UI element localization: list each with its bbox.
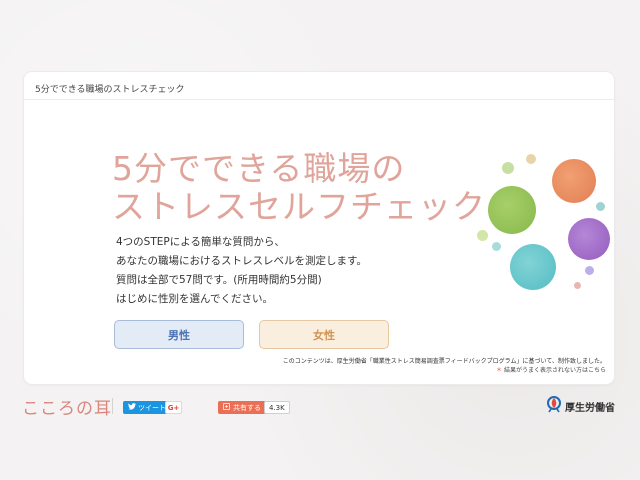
dot-small [574,282,581,289]
dot-small [526,154,536,164]
hero-title: 5分でできる職場の ストレスセルフチェック [112,150,486,226]
share-count: 4.3K [264,401,290,414]
dot-small [492,242,501,251]
tweet-label: ツイート [138,403,166,412]
hero-title-line1: 5分でできる職場の [112,149,406,188]
main-card: 5分でできる職場のストレスチェック 5分でできる職場の ストレスセルフチェック … [24,72,614,384]
hero-title-line2: ストレスセルフチェック [112,187,486,226]
description-line: 4つのSTEPによる簡単な質問から、 [116,236,285,248]
share-label: 共有する [233,403,261,412]
dot-teal [510,244,556,290]
note-mark: ＊ [496,367,503,374]
card-header-title: 5分でできる職場のストレスチェック [24,72,614,100]
description-line: はじめに性別を選んでください。 [116,293,273,305]
description: 4つのSTEPによる簡単な質問から、 あなたの職場におけるストレスレベルを測定し… [116,233,367,309]
result-help-link[interactable]: ＊ 結果がうまく表示されない方はこちら [283,366,606,375]
dot-orange [552,159,596,203]
dot-green [488,186,536,234]
dot-small [477,230,488,241]
source-note: このコンテンツは、厚生労働省「職業性ストレス簡易調査票フィードバックプログラム」… [282,358,606,365]
share-button[interactable]: 共有する [218,401,266,414]
description-line: 質問は全部で57問です。(所用時間約5分間) [116,274,322,286]
dot-small [596,202,605,211]
google-plus-button[interactable]: G+ [165,401,182,414]
dot-purple [568,218,610,260]
content-note: このコンテンツは、厚生労働省「職業性ストレス簡易調査票フィードバックプログラム」… [283,357,606,375]
female-button[interactable]: 女性 [259,320,389,349]
dot-small [585,266,594,275]
ministry-emblem-icon [546,395,562,417]
dot-small [502,162,514,174]
kokoro-no-mimi-logo[interactable]: こころの耳 [22,394,112,419]
twitter-bird-icon [128,403,136,412]
footer-divider [112,398,113,414]
share-icon [223,403,230,412]
ministry-logo[interactable]: 厚生労働省 [546,395,615,417]
tweet-button[interactable]: ツイート [123,401,171,414]
male-button[interactable]: 男性 [114,320,244,349]
watercolor-dots-illustration [464,150,614,300]
ministry-name: 厚生労働省 [565,402,615,414]
description-line: あなたの職場におけるストレスレベルを測定します。 [116,255,367,267]
